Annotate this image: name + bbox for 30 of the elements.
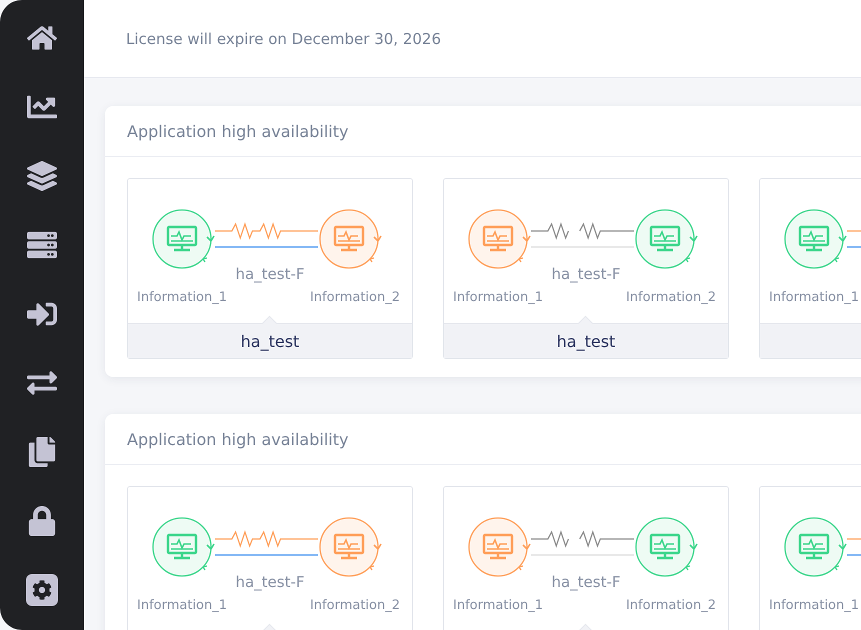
settings-icon[interactable]	[26, 574, 58, 606]
link-label: ha_test-F	[235, 265, 305, 285]
node-label: Information_1	[453, 290, 544, 305]
ha-card[interactable]: ha_test-F Information_1 Information_2 ha_test	[127, 178, 413, 359]
node-label: Information_1	[769, 290, 860, 305]
link-label: ha_test-F	[235, 573, 305, 593]
node-label: Information_1	[137, 598, 228, 613]
ha-card[interactable]: Information_1	[759, 178, 861, 359]
lock-icon[interactable]	[26, 505, 58, 537]
section-title: Application high availability	[127, 430, 348, 448]
link-label: ha_test-F	[551, 265, 621, 285]
ha-card[interactable]: ha_test-F Information_1 Information_2	[127, 486, 413, 630]
card-name: ha_test	[556, 332, 616, 350]
license-notice: License will expire on December 30, 2026	[126, 30, 442, 48]
layers-icon[interactable]	[26, 160, 58, 192]
node-label: Information_2	[626, 598, 716, 613]
node-label: Information_2	[310, 598, 400, 613]
ha-card[interactable]: ha_test-F Information_1 Information_2	[443, 486, 729, 630]
node-label: Information_1	[769, 598, 860, 613]
ha-card[interactable]: Information_1	[759, 486, 861, 630]
link-label: ha_test-F	[551, 573, 621, 593]
ha-card[interactable]: ha_test-F Information_1 Information_2 ha_test	[443, 178, 729, 359]
node-label: Information_2	[310, 290, 400, 305]
card-name: ha_test	[240, 332, 300, 350]
node-label: Information_2	[626, 290, 716, 305]
copy-icon[interactable]	[26, 436, 58, 468]
section-title: Application high availability	[127, 122, 348, 140]
node-label: Information_1	[137, 290, 228, 305]
node-label: Information_1	[453, 598, 544, 613]
server-icon[interactable]	[26, 229, 58, 261]
